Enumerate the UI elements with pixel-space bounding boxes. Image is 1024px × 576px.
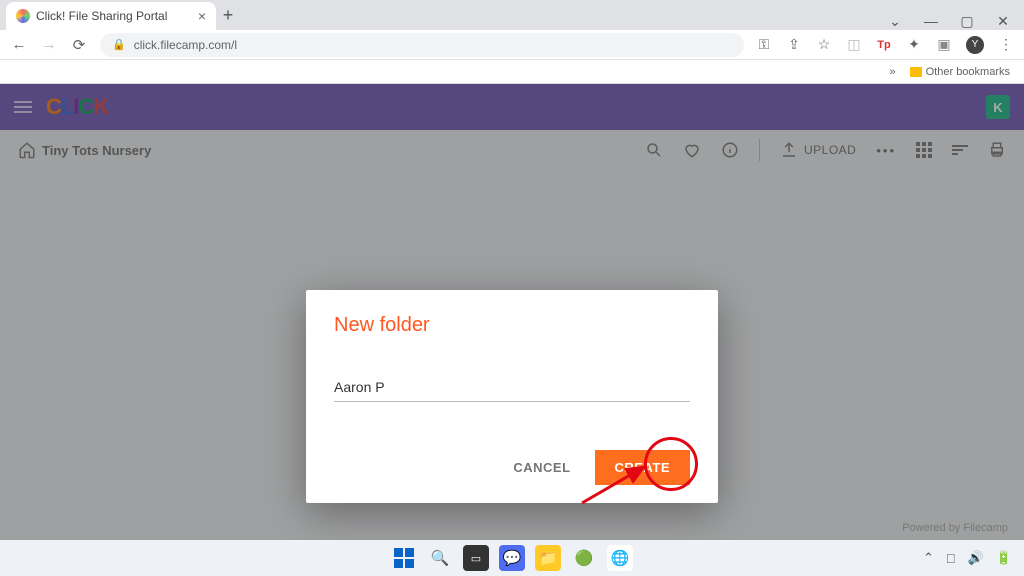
folder-icon xyxy=(910,67,922,77)
new-tab-button[interactable]: + xyxy=(216,5,240,30)
footer-text: Powered by Filecamp xyxy=(902,522,1008,534)
tab-title: Click! File Sharing Portal xyxy=(36,9,167,23)
taskbar-chat-icon[interactable]: 💬 xyxy=(499,545,525,571)
bookmark-overflow-icon[interactable]: » xyxy=(890,66,896,78)
other-bookmarks-label: Other bookmarks xyxy=(926,66,1010,78)
start-button[interactable] xyxy=(391,545,417,571)
cancel-button[interactable]: CANCEL xyxy=(499,450,584,485)
url-text: click.filecamp.com/l xyxy=(134,38,237,52)
taskbar-chrome-icon[interactable]: 🌐 xyxy=(607,545,633,571)
extensions-icon[interactable]: ✦ xyxy=(906,37,922,53)
share-icon[interactable]: ⇪ xyxy=(786,37,802,53)
lock-icon: 🔒 xyxy=(112,38,126,51)
new-folder-modal: New folder CANCEL CREATE xyxy=(306,290,718,503)
footer: Powered by Filecamp xyxy=(886,516,1024,540)
taskbar-explorer-icon[interactable]: 📁 xyxy=(535,545,561,571)
nav-reload-icon[interactable]: ⟳ xyxy=(70,36,88,54)
profile-avatar[interactable]: Y xyxy=(966,36,984,54)
tray-volume-icon[interactable]: 🔊 xyxy=(968,550,984,566)
chrome-menu-icon[interactable]: ⋮ xyxy=(998,37,1014,53)
other-bookmarks-folder[interactable]: Other bookmarks xyxy=(910,66,1010,78)
extension-icon-2[interactable]: ▣ xyxy=(936,37,952,53)
window-close-icon[interactable]: ✕ xyxy=(994,13,1012,30)
window-maximize-icon[interactable]: ▢ xyxy=(958,13,976,30)
tray-wifi-icon[interactable]: 􀙇 xyxy=(946,551,956,566)
taskbar-whatsapp-icon[interactable]: 🟢 xyxy=(571,545,597,571)
system-tray: ⌃ 􀙇 🔊 🔋 xyxy=(923,550,1012,566)
bookmark-bar: » Other bookmarks xyxy=(0,60,1024,84)
browser-tab-strip: Click! File Sharing Portal × + ⌄ — ▢ ✕ xyxy=(0,0,1024,30)
nav-back-icon[interactable]: ← xyxy=(10,36,28,53)
create-button[interactable]: CREATE xyxy=(595,450,690,485)
omnibox[interactable]: 🔒 click.filecamp.com/l xyxy=(100,33,744,57)
tray-chevron-icon[interactable]: ⌃ xyxy=(923,550,934,566)
window-controls: ⌄ — ▢ ✕ xyxy=(886,7,1024,30)
window-dropdown-icon[interactable]: ⌄ xyxy=(886,13,904,30)
browser-tab[interactable]: Click! File Sharing Portal × xyxy=(6,2,216,30)
taskbar-search-icon[interactable]: 🔍 xyxy=(427,545,453,571)
extension-icon-1[interactable]: ◫ xyxy=(846,37,862,53)
folder-name-input[interactable] xyxy=(334,375,690,402)
tray-battery-icon[interactable]: 🔋 xyxy=(996,550,1012,566)
page: CLICK K Tiny Tots Nursery UPLOAD ••• xyxy=(0,84,1024,540)
extension-icon-tp[interactable]: Tp xyxy=(876,37,892,53)
tab-favicon xyxy=(16,9,30,23)
nav-forward-icon[interactable]: → xyxy=(40,36,58,53)
window-minimize-icon[interactable]: — xyxy=(922,13,940,30)
task-view-icon[interactable]: ▭ xyxy=(463,545,489,571)
modal-title: New folder xyxy=(334,314,690,337)
windows-taskbar: 🔍 ▭ 💬 📁 🟢 🌐 ⌃ 􀙇 🔊 🔋 xyxy=(0,540,1024,576)
star-icon[interactable]: ☆ xyxy=(816,37,832,53)
browser-address-bar: ← → ⟳ 🔒 click.filecamp.com/l ⚿ ⇪ ☆ ◫ Tp … xyxy=(0,30,1024,60)
key-icon[interactable]: ⚿ xyxy=(756,37,772,53)
tab-close-icon[interactable]: × xyxy=(198,8,206,24)
